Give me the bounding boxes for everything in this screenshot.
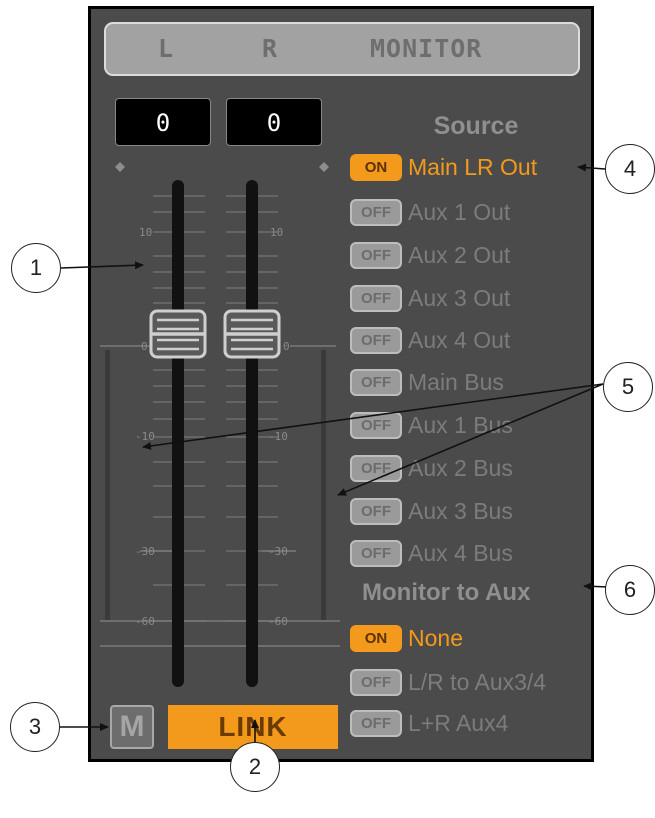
- callout-2: 2: [230, 742, 280, 792]
- callout-1-leader: [60, 261, 144, 270]
- callout-4: 4: [605, 144, 655, 194]
- callout-5-leader: [142, 383, 604, 450]
- callout-4-leader: [577, 163, 606, 172]
- callout-6: 6: [605, 565, 655, 615]
- callout-5-leader: [337, 383, 604, 496]
- callout-5: 5: [603, 362, 653, 412]
- callout-3: 3: [10, 702, 60, 752]
- callout-arrows: [60, 163, 609, 742]
- callout-1: 1: [11, 243, 61, 293]
